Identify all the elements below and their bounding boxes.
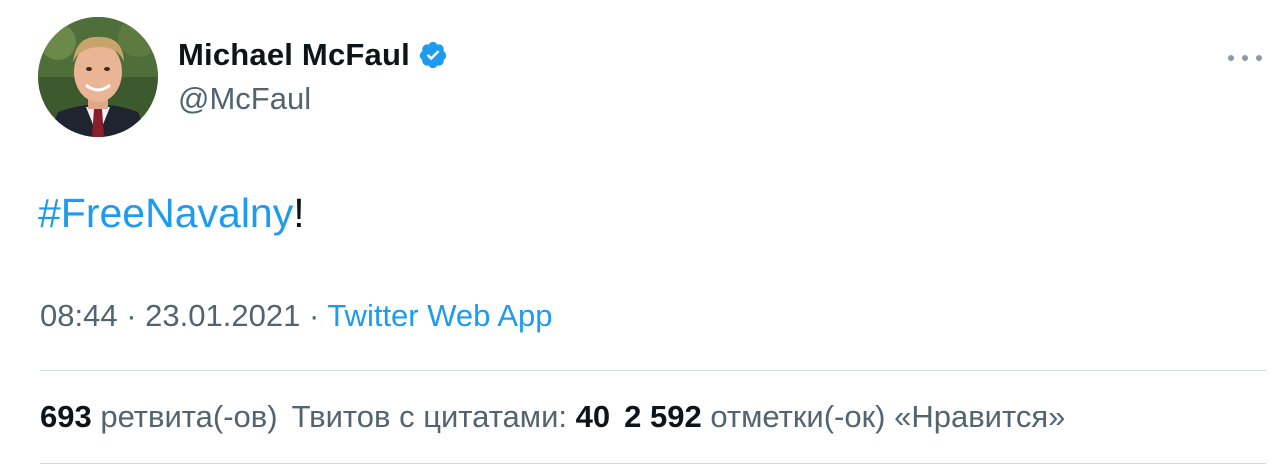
display-name[interactable]: Michael McFaul [178,37,410,73]
separator: · [126,298,137,333]
quotes-stat[interactable]: Твитов с цитатами: 40 [292,399,611,434]
divider [40,463,1266,464]
retweets-label: ретвита(-ов) [100,399,278,434]
avatar[interactable] [38,17,158,137]
dot-icon [1242,55,1248,61]
more-options-icon[interactable] [1228,50,1262,66]
dot-icon [1228,55,1234,61]
tweet-meta: 08:44 · 23.01.2021 · Twitter Web App [40,298,552,334]
divider [40,370,1266,371]
tweet-time[interactable]: 08:44 [40,298,118,333]
likes-count: 2 592 [624,399,702,434]
tweet-source-link[interactable]: Twitter Web App [327,298,552,333]
quotes-label: Твитов с цитатами: [291,399,568,434]
separator: · [308,298,320,333]
name-row: Michael McFaul [178,37,448,73]
tweet-text: #FreeNavalny! [38,190,305,237]
likes-stat[interactable]: 2 592 отметки(-ок) «Нравится» [624,399,1065,434]
dot-icon [1256,55,1262,61]
retweets-count: 693 [40,399,92,434]
tweet: Michael McFaul @McFaul #FreeNavalny! 08:… [0,0,1280,466]
hashtag-link[interactable]: #FreeNavalny [38,190,293,236]
quotes-count: 40 [575,399,611,434]
verified-badge-icon [419,41,447,69]
retweets-stat[interactable]: 693 ретвита(-ов) [40,399,278,434]
tweet-text-suffix: ! [293,190,305,236]
likes-label: отметки(-ок) «Нравится» [710,399,1066,434]
author-names: Michael McFaul @McFaul [178,37,448,117]
tweet-date[interactable]: 23.01.2021 [145,298,300,333]
handle[interactable]: @McFaul [178,81,448,117]
tweet-stats: 693 ретвита(-ов) Твитов с цитатами: 40 2 5… [40,399,1079,435]
tweet-header: Michael McFaul @McFaul [38,17,448,137]
